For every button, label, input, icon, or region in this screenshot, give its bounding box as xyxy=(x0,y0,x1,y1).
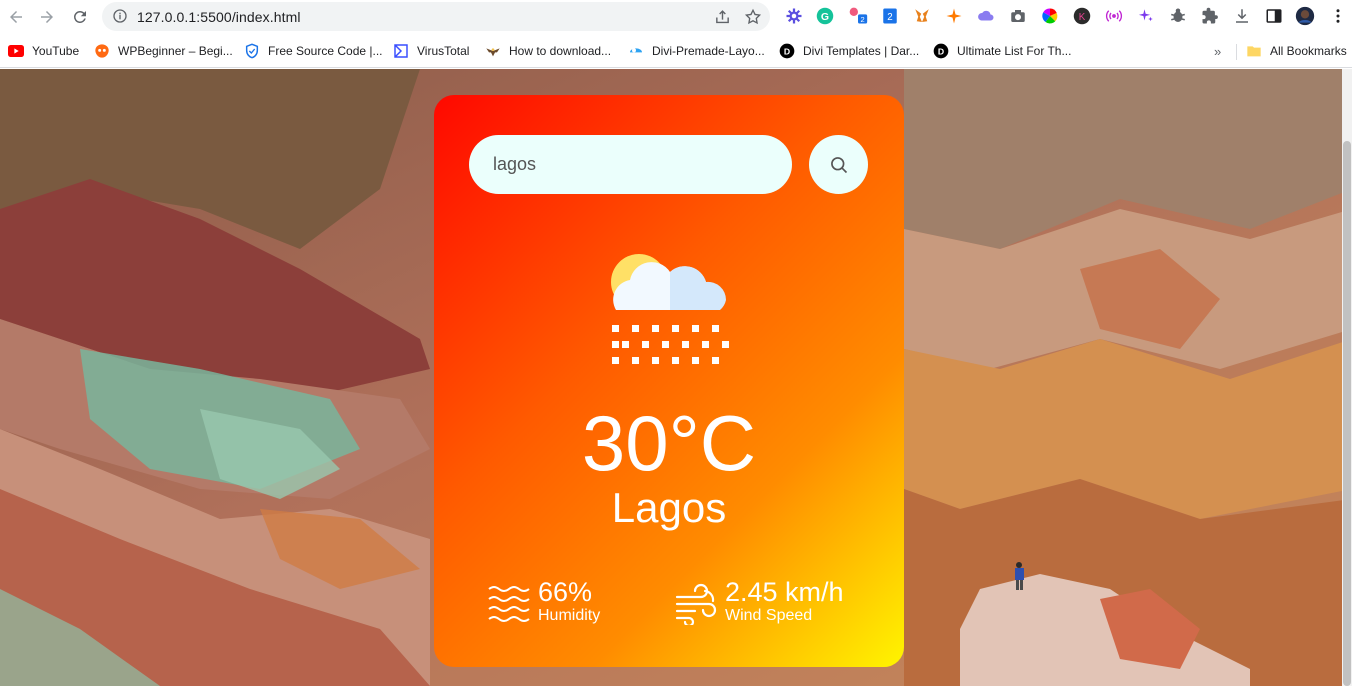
page-scrollbar[interactable] xyxy=(1342,69,1352,686)
bookmark-divi-templates[interactable]: D Divi Templates | Dar... xyxy=(779,42,919,60)
star-icon xyxy=(744,8,762,25)
humidity-waves-icon xyxy=(488,586,530,622)
bookmark-youtube[interactable]: YouTube xyxy=(8,42,79,60)
url-text[interactable]: 127.0.0.1:5500/index.html xyxy=(137,9,301,25)
share-button[interactable] xyxy=(712,7,732,27)
download-icon[interactable] xyxy=(1232,6,1252,26)
svg-text:D: D xyxy=(938,46,944,56)
wind-speed-value: 2.45 km/h xyxy=(725,577,844,607)
humidity-text: 66% Humidity xyxy=(538,577,600,625)
color-wheel-icon[interactable] xyxy=(1040,6,1060,26)
svg-text:D: D xyxy=(784,46,790,56)
shield-icon xyxy=(244,43,260,59)
bookmark-divi-premade[interactable]: Divi-Premade-Layo... xyxy=(628,42,765,60)
wind-block: 2.45 km/h Wind Speed xyxy=(675,577,844,625)
back-button[interactable] xyxy=(4,5,28,29)
profile-avatar[interactable] xyxy=(1295,6,1315,26)
d-icon: D xyxy=(779,43,795,59)
extension-gear-icon[interactable] xyxy=(784,6,804,26)
k-extension-icon[interactable]: K xyxy=(1072,6,1092,26)
bookmark-star-button[interactable] xyxy=(743,7,763,27)
city-name: Lagos xyxy=(611,484,727,531)
divi-icon xyxy=(628,43,644,59)
page-viewport: 30°C Lagos 66% Humidity xyxy=(0,69,1352,686)
metamask-icon[interactable] xyxy=(912,6,932,26)
humidity-value: 66% xyxy=(538,577,593,607)
bookmarks-bar: YouTube WPBeginner – Begi... Free Source… xyxy=(0,34,1352,68)
bookmarks-divider xyxy=(1236,44,1237,60)
svg-text:2: 2 xyxy=(860,15,864,24)
ai-sparkle-icon[interactable] xyxy=(1136,6,1156,26)
bookmark-virustotal[interactable]: VirusTotal xyxy=(393,42,469,60)
youtube-icon xyxy=(8,43,24,59)
wind-text: 2.45 km/h Wind Speed xyxy=(725,577,844,625)
humidity-label: Humidity xyxy=(538,607,601,624)
address-bar[interactable]: 127.0.0.1:5500/index.html xyxy=(102,2,770,31)
browser-toolbar: 127.0.0.1:5500/index.html G 2 2 K xyxy=(0,0,1352,34)
search-icon xyxy=(830,156,847,173)
svg-text:G: G xyxy=(821,11,829,23)
d-icon: D xyxy=(933,43,949,59)
city-search-input[interactable] xyxy=(469,135,792,194)
bookmark-free-source-code[interactable]: Free Source Code |... xyxy=(244,42,383,60)
bookmarks-overflow-button[interactable]: » xyxy=(1214,44,1221,59)
arrow-left-icon xyxy=(10,11,22,23)
reload-button[interactable] xyxy=(68,5,92,29)
extension-shapes-icon[interactable]: 2 xyxy=(848,6,868,26)
more-menu-icon[interactable] xyxy=(1328,6,1348,26)
extension-number-icon[interactable]: 2 xyxy=(880,6,900,26)
grammarly-icon[interactable]: G xyxy=(815,6,835,26)
bookmark-ultimate-list[interactable]: D Ultimate List For Th... xyxy=(933,42,1071,60)
eagle-icon xyxy=(485,43,501,59)
virustotal-icon xyxy=(393,43,409,59)
scrollbar-thumb[interactable] xyxy=(1343,141,1351,686)
snow-icon xyxy=(611,254,729,364)
all-bookmarks-button[interactable]: All Bookmarks xyxy=(1246,42,1347,60)
forward-button[interactable] xyxy=(35,5,59,29)
folder-icon xyxy=(1246,43,1262,59)
search-button[interactable] xyxy=(809,135,868,194)
side-panel-icon[interactable] xyxy=(1264,6,1284,26)
temperature-value: 30°C xyxy=(581,399,757,487)
bug-icon[interactable] xyxy=(1168,6,1188,26)
camera-icon[interactable] xyxy=(1008,6,1028,26)
bookmark-how-to-download[interactable]: How to download... xyxy=(485,42,611,60)
sparkle-extension-icon[interactable] xyxy=(944,6,964,26)
share-icon xyxy=(715,9,729,23)
extensions-puzzle-icon[interactable] xyxy=(1200,6,1220,26)
weather-card: 30°C Lagos 66% Humidity xyxy=(434,95,904,667)
broadcast-icon[interactable] xyxy=(1104,6,1124,26)
bookmark-wpbeginner[interactable]: WPBeginner – Begi... xyxy=(94,42,233,60)
reload-icon xyxy=(73,10,86,23)
arrow-right-icon xyxy=(41,11,53,23)
wind-icon xyxy=(675,583,717,625)
humidity-block: 66% Humidity xyxy=(488,577,600,625)
wpbeginner-icon xyxy=(94,43,110,59)
svg-text:2: 2 xyxy=(887,12,892,23)
cloud-extension-icon[interactable] xyxy=(976,6,996,26)
svg-text:K: K xyxy=(1079,12,1086,23)
wind-speed-label: Wind Speed xyxy=(725,607,813,624)
site-info-icon[interactable] xyxy=(112,8,128,24)
